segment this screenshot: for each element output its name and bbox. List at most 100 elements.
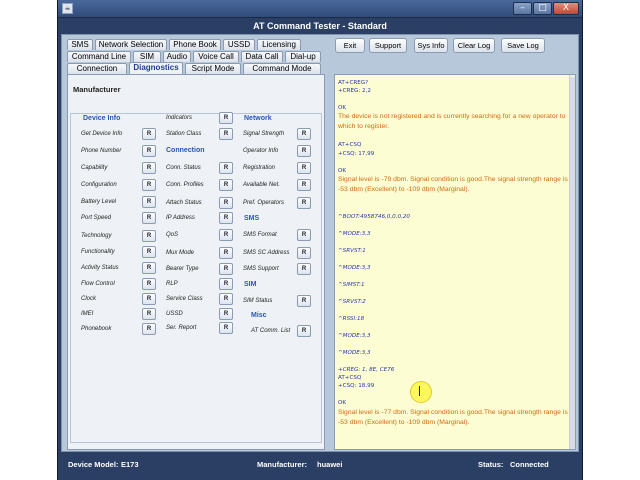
log-line: OK <box>338 400 347 406</box>
run-conn-profiles-button[interactable]: R <box>219 179 233 191</box>
label-at-comm-list: AT Comm. List <box>251 328 291 334</box>
tab-phone-book[interactable]: Phone Book <box>169 39 221 50</box>
label-configuration: Configuration <box>81 182 117 188</box>
tab-connection[interactable]: Connection <box>67 63 127 74</box>
label-phone-number: Phone Number <box>81 148 122 154</box>
label-signal-strength: Signal Strength <box>243 131 285 137</box>
log-line: ^SRVST:2 <box>338 299 366 305</box>
title-bar[interactable]: ☕ – □ X <box>58 0 582 18</box>
label-sms-format: SMS Format <box>243 232 277 238</box>
support-button[interactable]: Support <box>369 38 407 53</box>
log-line: ^MODE:3,3 <box>338 333 371 339</box>
run-bearer-type-button[interactable]: R <box>219 263 233 275</box>
close-button[interactable]: X <box>553 2 579 15</box>
run-ip-address-button[interactable]: R <box>219 212 233 224</box>
tab-sim[interactable]: SIM <box>133 51 161 62</box>
tab-network-selection[interactable]: Network Selection <box>95 39 167 50</box>
run-sim-status-button[interactable]: R <box>297 295 311 307</box>
client-area: SMS Network Selection Phone Book USSD Li… <box>61 34 579 452</box>
manufacturer-value: huawei <box>317 460 343 469</box>
tab-voice-call[interactable]: Voice Call <box>193 51 239 62</box>
run-registration-button[interactable]: R <box>297 162 311 174</box>
log-scrollbar[interactable] <box>569 75 575 449</box>
tab-command-mode[interactable]: Command Mode <box>243 63 321 74</box>
section-network: Network <box>244 115 272 122</box>
label-imei: IMEI <box>81 311 94 317</box>
tab-licensing[interactable]: Licensing <box>257 39 301 50</box>
run-pref-operators-button[interactable]: R <box>297 197 311 209</box>
label-sms-support: SMS Support <box>243 266 279 272</box>
run-flow-control-button[interactable]: R <box>142 278 156 290</box>
run-sms-format-button[interactable]: R <box>297 229 311 241</box>
device-model-label: Device Model: <box>68 460 119 469</box>
run-sms-sc-address-button[interactable]: R <box>297 247 311 259</box>
run-get-device-info-button[interactable]: R <box>142 128 156 140</box>
run-signal-strength-button[interactable]: R <box>297 128 311 140</box>
log-line: AT+CSQ <box>338 375 362 381</box>
minimize-button[interactable]: – <box>513 2 532 15</box>
label-operator-info: Operator Info <box>243 148 279 154</box>
run-at-comm-list-button[interactable]: R <box>297 325 311 337</box>
run-technology-button[interactable]: R <box>142 230 156 242</box>
run-port-speed-button[interactable]: R <box>142 212 156 224</box>
label-registration: Registration <box>243 165 276 171</box>
log-line: ^MODE:3,3 <box>338 350 371 356</box>
section-misc: Misc <box>251 312 267 319</box>
run-attach-status-button[interactable]: R <box>219 197 233 209</box>
run-ser-report-button[interactable]: R <box>219 322 233 334</box>
run-configuration-button[interactable]: R <box>142 179 156 191</box>
log-line: ^BOOT:4958746,0,0,0,20 <box>338 214 410 220</box>
sys-info-button[interactable]: Sys Info <box>414 38 448 53</box>
run-phonebook-button[interactable]: R <box>142 323 156 335</box>
tab-dial-up[interactable]: Dial-up <box>285 51 321 62</box>
label-capability: Capability <box>81 165 108 171</box>
log-message: The device is not registered and is curr… <box>338 113 566 130</box>
clear-log-button[interactable]: Clear Log <box>453 38 495 53</box>
run-qos-button[interactable]: R <box>219 229 233 241</box>
exit-button[interactable]: Exit <box>335 38 365 53</box>
run-ussd-button[interactable]: R <box>219 308 233 320</box>
log-output[interactable]: AT+CREG? +CREG: 2,2 OK The device is not… <box>334 74 576 450</box>
tab-ussd[interactable]: USSD <box>223 39 255 50</box>
log-line: ^MODE:3,3 <box>338 265 371 271</box>
label-flow-control: Flow Control <box>81 281 115 287</box>
run-phone-number-button[interactable]: R <box>142 145 156 157</box>
label-qos: QoS <box>166 232 179 238</box>
label-available-net: Available Net. <box>243 182 280 188</box>
run-activity-status-button[interactable]: R <box>142 262 156 274</box>
tab-command-line[interactable]: Command Line <box>67 51 131 62</box>
run-station-class-button[interactable]: R <box>219 128 233 140</box>
run-sms-support-button[interactable]: R <box>297 263 311 275</box>
run-battery-level-button[interactable]: R <box>142 196 156 208</box>
run-clock-button[interactable]: R <box>142 293 156 305</box>
tab-script-mode[interactable]: Script Mode <box>185 63 241 74</box>
run-functionality-button[interactable]: R <box>142 246 156 258</box>
tab-audio[interactable]: Audio <box>163 51 191 62</box>
section-connection: Connection <box>166 147 205 154</box>
diagnostics-grid: Device Info Get Device Info R Phone Numb… <box>70 112 322 443</box>
run-indicators-button[interactable]: R <box>219 112 233 124</box>
run-rlp-button[interactable]: R <box>219 278 233 290</box>
tab-diagnostics[interactable]: Diagnostics <box>129 62 183 74</box>
label-ussd: USSD <box>166 311 183 317</box>
label-functionality: Functionality <box>81 249 115 255</box>
run-conn-status-button[interactable]: R <box>219 162 233 174</box>
run-available-net-button[interactable]: R <box>297 179 311 191</box>
log-message: Signal level is -79 dbm. Signal conditio… <box>338 176 568 193</box>
save-log-button[interactable]: Save Log <box>501 38 545 53</box>
run-mux-mode-button[interactable]: R <box>219 247 233 259</box>
label-sim-status: SIM Status <box>243 298 273 304</box>
label-activity-status: Activity Status <box>81 265 119 271</box>
label-clock: Clock <box>81 296 97 302</box>
panel-title: Manufacturer <box>73 85 121 94</box>
run-service-class-button[interactable]: R <box>219 293 233 305</box>
run-imei-button[interactable]: R <box>142 308 156 320</box>
run-operator-info-button[interactable]: R <box>297 145 311 157</box>
maximize-button[interactable]: □ <box>533 2 552 15</box>
tab-data-call[interactable]: Data Call <box>241 51 283 62</box>
diagnostics-panel: Manufacturer Device Info Get Device Info… <box>67 74 325 450</box>
run-capability-button[interactable]: R <box>142 162 156 174</box>
log-scroll-thumb[interactable] <box>570 77 575 449</box>
tab-sms[interactable]: SMS <box>67 39 93 50</box>
log-line: +CSQ: 17,99 <box>338 151 375 157</box>
